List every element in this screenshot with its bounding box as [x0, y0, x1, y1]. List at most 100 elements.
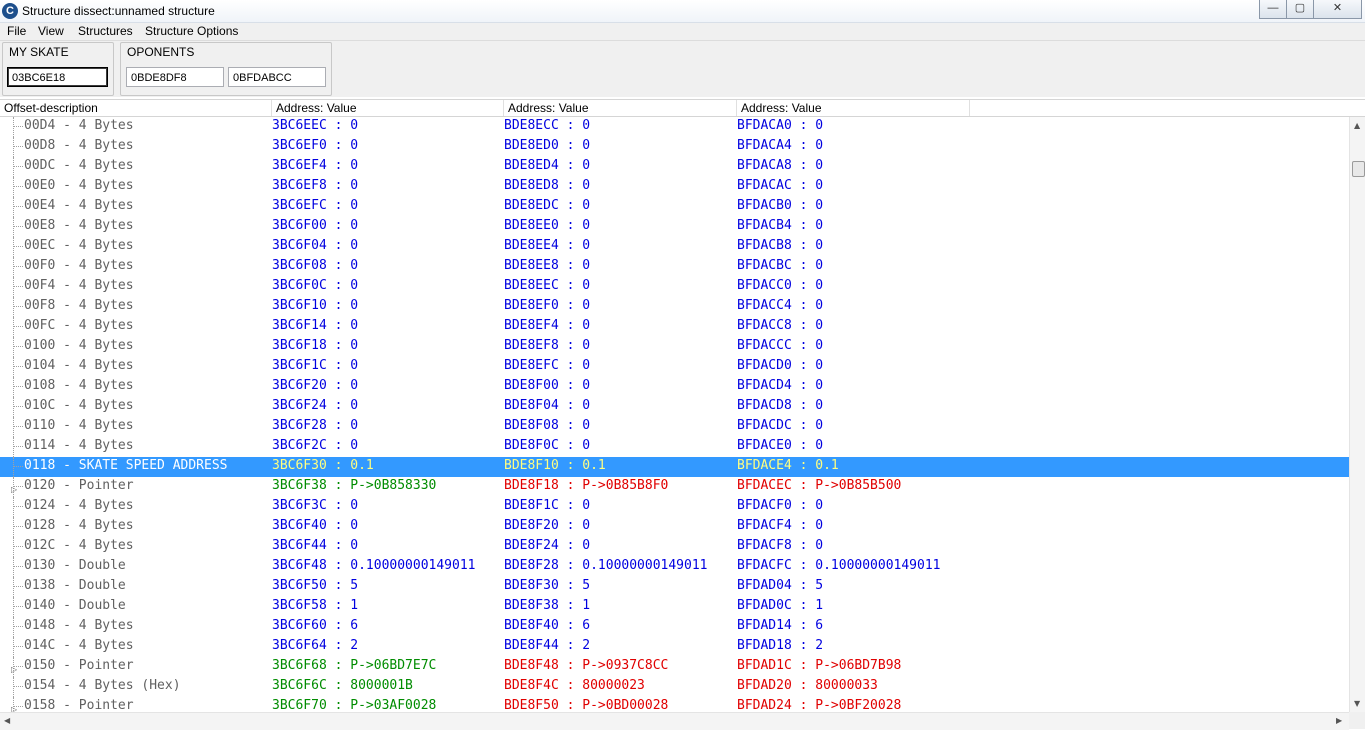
structure-row[interactable]: 012C - 4 Bytes 3BC6F44 : 0 BDE8F24 : 0 BFDA… — [0, 537, 1349, 557]
address-value-3: BFDACFC : 0.10000000149011 — [737, 558, 941, 573]
structure-row[interactable]: 00F8 - 4 Bytes 3BC6F10 : 0 BDE8EF0 : 0 BFDA… — [0, 297, 1349, 317]
address-value-1: 3BC6F50 : 5 — [272, 578, 359, 593]
structure-row[interactable]: 00F4 - 4 Bytes 3BC6F0C : 0 BDE8EEC : 0 BFDA… — [0, 277, 1349, 297]
address-value-2: BDE8EF4 : 0 — [504, 318, 591, 333]
tree-line — [13, 557, 24, 577]
structure-row[interactable]: 0118 - SKATE SPEED ADDRESS 3BC6F30 : 0.1 B… — [0, 457, 1349, 477]
address-value-1: 3BC6F14 : 0 — [272, 318, 359, 333]
scroll-right-icon[interactable]: ▶ — [1336, 716, 1342, 725]
structure-row[interactable]: 00D8 - 4 Bytes 3BC6EF0 : 0 BDE8ED0 : 0 BFDA… — [0, 137, 1349, 157]
title-bar: C Structure dissect:unnamed structure — … — [0, 0, 1365, 23]
offset-description: 0158 - Pointer — [24, 698, 134, 712]
structure-row[interactable]: 0128 - 4 Bytes 3BC6F40 : 0 BDE8F20 : 0 BFDA… — [0, 517, 1349, 537]
header-address-value-2[interactable]: Address: Value — [504, 100, 737, 116]
structure-row[interactable]: 0130 - Double 3BC6F48 : 0.10000000149011 B… — [0, 557, 1349, 577]
tree-line — [13, 117, 24, 137]
structure-row[interactable]: 00DC - 4 Bytes 3BC6EF4 : 0 BDE8ED4 : 0 BFDA… — [0, 157, 1349, 177]
group-oponents: OPONENTS 0BDE8DF8 0BFDABCC — [120, 42, 332, 96]
structure-row[interactable]: 010C - 4 Bytes 3BC6F24 : 0 BDE8F04 : 0 BFDA… — [0, 397, 1349, 417]
structure-row[interactable]: 0108 - 4 Bytes 3BC6F20 : 0 BDE8F00 : 0 BFDA… — [0, 377, 1349, 397]
address-value-3: BFDACE4 : 0.1 — [737, 458, 839, 473]
offset-description: 00DC - 4 Bytes — [24, 158, 134, 173]
structure-row[interactable]: ▷ 0120 - Pointer 3BC6F38 : P->0B858330 BDE8… — [0, 477, 1349, 497]
expand-arrow-icon[interactable]: ▷ — [11, 701, 17, 712]
tree-line — [13, 417, 24, 437]
address-value-3: BFDACC4 : 0 — [737, 298, 824, 313]
address-value-2: BDE8EE4 : 0 — [504, 238, 591, 253]
structure-row[interactable]: 0100 - 4 Bytes 3BC6F18 : 0 BDE8EF8 : 0 BFDA… — [0, 337, 1349, 357]
oponent-1-address-input[interactable]: 0BDE8DF8 — [126, 67, 224, 87]
address-value-3: BFDACC8 : 0 — [737, 318, 824, 333]
address-value-3: BFDACB0 : 0 — [737, 198, 824, 213]
structure-row[interactable]: 00E8 - 4 Bytes 3BC6F00 : 0 BDE8EE0 : 0 BFDA… — [0, 217, 1349, 237]
structure-row[interactable]: 0124 - 4 Bytes 3BC6F3C : 0 BDE8F1C : 0 BFDA… — [0, 497, 1349, 517]
structure-row[interactable]: 0154 - 4 Bytes (Hex) 3BC6F6C : 8000001B BD… — [0, 677, 1349, 697]
address-value-3: BFDACB4 : 0 — [737, 218, 824, 233]
offset-description: 00F8 - 4 Bytes — [24, 298, 134, 313]
tree-line — [13, 137, 24, 157]
address-value-1: 3BC6F40 : 0 — [272, 518, 359, 533]
structure-row[interactable]: 0114 - 4 Bytes 3BC6F2C : 0 BDE8F0C : 0 BFDA… — [0, 437, 1349, 457]
offset-description: 0104 - 4 Bytes — [24, 358, 134, 373]
structure-row[interactable]: 00FC - 4 Bytes 3BC6F14 : 0 BDE8EF4 : 0 BFDA… — [0, 317, 1349, 337]
minimize-button[interactable]: — — [1259, 0, 1287, 19]
menu-structure-options[interactable]: Structure Options — [145, 24, 238, 38]
menu-view[interactable]: View — [38, 24, 64, 38]
scroll-left-icon[interactable]: ◀ — [4, 716, 10, 725]
address-value-1: 3BC6F10 : 0 — [272, 298, 359, 313]
structure-row[interactable]: 0148 - 4 Bytes 3BC6F60 : 6 BDE8F40 : 6 BFDA… — [0, 617, 1349, 637]
window-title: Structure dissect:unnamed structure — [22, 4, 215, 18]
tree-line — [13, 517, 24, 537]
structure-row[interactable]: ▷ 0150 - Pointer 3BC6F68 : P->06BD7E7C BDE8… — [0, 657, 1349, 677]
address-value-1: 3BC6F0C : 0 — [272, 278, 359, 293]
structure-row[interactable]: 0104 - 4 Bytes 3BC6F1C : 0 BDE8EFC : 0 BFDA… — [0, 357, 1349, 377]
offset-description: 00F4 - 4 Bytes — [24, 278, 134, 293]
my-skate-address-input[interactable]: 03BC6E18 — [7, 67, 108, 87]
structure-row[interactable]: 0140 - Double 3BC6F58 : 1 BDE8F38 : 1 BFDAD… — [0, 597, 1349, 617]
structure-row[interactable]: 014C - 4 Bytes 3BC6F64 : 2 BDE8F44 : 2 BFDA… — [0, 637, 1349, 657]
address-value-2: BDE8F08 : 0 — [504, 418, 591, 433]
structure-row[interactable]: 00F0 - 4 Bytes 3BC6F08 : 0 BDE8EE8 : 0 BFDA… — [0, 257, 1349, 277]
address-value-1: 3BC6F44 : 0 — [272, 538, 359, 553]
close-button[interactable]: ✕ — [1313, 0, 1362, 19]
group-label-my-skate: MY SKATE — [9, 45, 69, 59]
menu-structures[interactable]: Structures — [78, 24, 133, 38]
address-value-2: BDE8F44 : 2 — [504, 638, 591, 653]
address-value-2: BDE8F24 : 0 — [504, 538, 591, 553]
scroll-up-icon[interactable]: ▲ — [1354, 121, 1360, 130]
offset-description: 0118 - SKATE SPEED ADDRESS — [24, 458, 228, 473]
offset-description: 0154 - 4 Bytes (Hex) — [24, 678, 181, 693]
offset-description: 0130 - Double — [24, 558, 126, 573]
vertical-scrollbar[interactable]: ▲ ▼ — [1349, 117, 1365, 712]
structure-row[interactable]: 0138 - Double 3BC6F50 : 5 BDE8F30 : 5 BFDAD… — [0, 577, 1349, 597]
oponent-2-address-input[interactable]: 0BFDABCC — [228, 67, 326, 87]
address-value-1: 3BC6F2C : 0 — [272, 438, 359, 453]
offset-description: 0120 - Pointer — [24, 478, 134, 493]
address-value-2: BDE8ED4 : 0 — [504, 158, 591, 173]
scroll-down-icon[interactable]: ▼ — [1354, 699, 1360, 708]
offset-description: 00FC - 4 Bytes — [24, 318, 134, 333]
structure-row[interactable]: 00E0 - 4 Bytes 3BC6EF8 : 0 BDE8ED8 : 0 BFDA… — [0, 177, 1349, 197]
address-value-2: BDE8ECC : 0 — [504, 118, 591, 133]
header-address-value-3[interactable]: Address: Value — [737, 100, 970, 116]
address-value-3: BFDACEC : P->0B85B500 — [737, 478, 902, 493]
offset-description: 0124 - 4 Bytes — [24, 498, 134, 513]
address-value-1: 3BC6F1C : 0 — [272, 358, 359, 373]
structure-row[interactable]: 00EC - 4 Bytes 3BC6F04 : 0 BDE8EE4 : 0 BFDA… — [0, 237, 1349, 257]
offset-description: 0110 - 4 Bytes — [24, 418, 134, 433]
header-offset-description[interactable]: Offset-description — [0, 100, 272, 116]
header-address-value-1[interactable]: Address: Value — [272, 100, 504, 116]
structure-row[interactable]: 0110 - 4 Bytes 3BC6F28 : 0 BDE8F08 : 0 BFDA… — [0, 417, 1349, 437]
horizontal-scrollbar[interactable]: ◀ ▶ — [0, 712, 1349, 730]
scrollbar-thumb[interactable] — [1352, 161, 1365, 177]
structure-row[interactable]: ▷ 0158 - Pointer 3BC6F70 : P->03AF0028 BDE8… — [0, 697, 1349, 712]
menu-file[interactable]: File — [7, 24, 26, 38]
offset-description: 0148 - 4 Bytes — [24, 618, 134, 633]
maximize-button[interactable]: ▢ — [1286, 0, 1314, 19]
address-value-2: BDE8F20 : 0 — [504, 518, 591, 533]
address-value-3: BFDACE0 : 0 — [737, 438, 824, 453]
tree-line — [13, 497, 24, 517]
address-value-1: 3BC6F60 : 6 — [272, 618, 359, 633]
structure-row[interactable]: 00E4 - 4 Bytes 3BC6EFC : 0 BDE8EDC : 0 BFDA… — [0, 197, 1349, 217]
structure-row[interactable]: 00D4 - 4 Bytes 3BC6EEC : 0 BDE8ECC : 0 BFDA… — [0, 117, 1349, 137]
